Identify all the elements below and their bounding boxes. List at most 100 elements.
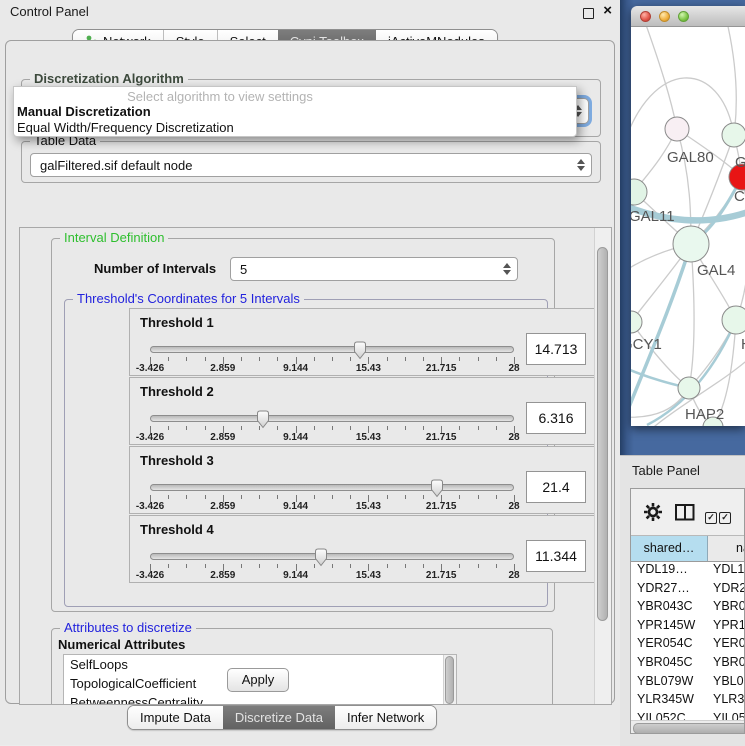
- tab-label: Discretize Data: [235, 706, 323, 729]
- cell-name[interactable]: YER05: [713, 636, 745, 650]
- table-row[interactable]: YLR345W YLR34: [631, 691, 745, 710]
- tab-impute-data[interactable]: Impute Data: [128, 706, 223, 729]
- threshold-value-field[interactable]: 14.713: [526, 333, 586, 365]
- column-header-shared-name[interactable]: shared…: [631, 536, 708, 561]
- network-node[interactable]: [631, 311, 642, 333]
- network-edge[interactable]: [727, 27, 736, 135]
- threshold-slider-track[interactable]: [150, 484, 514, 491]
- network-canvas[interactable]: GAL80G.CGAL11GAL4GCY1HHAP2: [631, 27, 745, 426]
- threshold-slider-track[interactable]: [150, 553, 514, 560]
- cell-shared-name[interactable]: YLR345W: [637, 692, 694, 706]
- network-window-titlebar[interactable]: [631, 6, 745, 27]
- attribute-item-betweennesscentrality[interactable]: BetweennessCentrality: [64, 693, 456, 705]
- slider-tick-labels: -3.4262.8599.14415.4321.71528: [150, 363, 514, 375]
- cell-shared-name[interactable]: YDL19…: [637, 562, 688, 576]
- node-table: ✓ ✓ shared… na YDL19… YDL19 YDR27… YDR27 YBR…: [630, 488, 745, 734]
- tab-label: Impute Data: [140, 706, 211, 729]
- cell-name[interactable]: YPR14: [713, 618, 745, 632]
- network-node[interactable]: [722, 123, 745, 147]
- cell-name[interactable]: YDL19: [713, 562, 745, 576]
- deselect-checkbox-icon[interactable]: ✓: [719, 507, 733, 525]
- network-node[interactable]: [722, 306, 745, 334]
- table-row[interactable]: YPR145W YPR14: [631, 617, 745, 636]
- network-graph[interactable]: GAL80G.CGAL11GAL4GCY1HHAP2: [631, 27, 745, 426]
- threshold-label: Threshold 2: [140, 384, 214, 399]
- column-header-name[interactable]: na: [708, 536, 745, 561]
- network-edge[interactable]: [645, 27, 677, 129]
- node-label-gal80: GAL80: [667, 149, 714, 166]
- threshold-value-field[interactable]: 11.344: [526, 540, 586, 572]
- float-window-icon[interactable]: [583, 8, 594, 19]
- table-row[interactable]: YBL079W YBL07: [631, 673, 745, 692]
- network-node[interactable]: [665, 117, 689, 141]
- threshold-box-4: Threshold 4-3.4262.8599.14415.4321.71528…: [129, 515, 595, 583]
- close-traffic-light-icon[interactable]: [640, 11, 651, 22]
- group-title: Threshold's Coordinates for 5 Intervals: [73, 291, 304, 306]
- hscroll-thumb[interactable]: [633, 723, 745, 734]
- node-label-h: H: [741, 336, 745, 353]
- network-node[interactable]: [673, 226, 709, 262]
- threshold-coordinates-group: Threshold's Coordinates for 5 Intervals …: [64, 299, 548, 607]
- cell-shared-name[interactable]: YBL079W: [637, 674, 693, 688]
- algorithm-prompt: Select algorithm to view settings: [14, 87, 576, 104]
- table-horizontal-scrollbar[interactable]: [631, 720, 744, 734]
- tab-infer-network[interactable]: Infer Network: [335, 706, 436, 729]
- node-label-hap2: HAP2: [685, 406, 724, 423]
- number-of-intervals-value: 5: [240, 262, 247, 277]
- table-data-select[interactable]: galFiltered.sif default node: [30, 153, 592, 177]
- network-edge[interactable]: [689, 244, 694, 388]
- algorithm-option-equal-width-frequency-discretization[interactable]: Equal Width/Frequency Discretization: [14, 120, 576, 136]
- cell-shared-name[interactable]: YER054C: [637, 636, 693, 650]
- cell-name[interactable]: YBR04: [713, 655, 745, 669]
- threshold-label: Threshold 1: [140, 315, 214, 330]
- table-row[interactable]: YDR27… YDR27: [631, 580, 745, 599]
- cell-name[interactable]: YBR04: [713, 599, 745, 613]
- table-row[interactable]: YBR043C YBR04: [631, 598, 745, 617]
- cell-shared-name[interactable]: YDR27…: [637, 581, 690, 595]
- cell-name[interactable]: YLR34: [713, 692, 745, 706]
- table-row[interactable]: YER054C YER05: [631, 635, 745, 654]
- network-node[interactable]: [678, 377, 700, 399]
- combo-arrows-icon: [503, 263, 511, 275]
- group-title: Interval Definition: [60, 230, 168, 245]
- zoom-traffic-light-icon[interactable]: [678, 11, 689, 22]
- node-label-gal11: GAL11: [631, 208, 675, 225]
- table-panel-title: Table Panel: [632, 463, 700, 478]
- apply-button[interactable]: Apply: [227, 668, 289, 692]
- cell-shared-name[interactable]: YBR045C: [637, 655, 693, 669]
- cell-shared-name[interactable]: YPR145W: [637, 618, 695, 632]
- interval-definition-group: Interval Definition Number of Intervals …: [51, 238, 555, 612]
- threshold-value-field[interactable]: 6.316: [526, 402, 586, 434]
- gear-icon[interactable]: [643, 502, 663, 527]
- table-toolbar: ✓ ✓: [631, 489, 744, 535]
- cell-shared-name[interactable]: YBR043C: [637, 599, 693, 613]
- group-title: Discretization Algorithm: [30, 71, 188, 86]
- table-panel: Table Panel ✓ ✓ shared… na YDL19…YDL19YD…: [620, 455, 745, 746]
- main-scrollbar-thumb[interactable]: [597, 247, 608, 621]
- list-scrollbar-thumb[interactable]: [445, 656, 454, 704]
- threshold-slider-track[interactable]: [150, 346, 514, 353]
- columns-icon[interactable]: [675, 504, 695, 526]
- tab-discretize-data[interactable]: Discretize Data: [223, 706, 335, 729]
- network-window[interactable]: GAL80G.CGAL11GAL4GCY1HHAP2: [631, 6, 745, 426]
- table-row[interactable]: YBR045C YBR04: [631, 654, 745, 673]
- threshold-slider-track[interactable]: [150, 415, 514, 422]
- minimize-traffic-light-icon[interactable]: [659, 11, 670, 22]
- algorithm-option-manual-discretization[interactable]: Manual Discretization: [14, 104, 576, 120]
- cell-name[interactable]: YDR27: [713, 581, 745, 595]
- settings-scroll-area: Interval Definition Number of Intervals …: [19, 227, 612, 705]
- cell-name[interactable]: YBL07: [713, 674, 745, 688]
- list-scrollbar[interactable]: [443, 655, 456, 705]
- panel-title: Control Panel: [10, 4, 89, 19]
- node-label-gal4: GAL4: [697, 262, 735, 279]
- slider-tick-labels: -3.4262.8599.14415.4321.71528: [150, 432, 514, 444]
- node-label-c: C: [734, 188, 745, 205]
- close-icon[interactable]: ×: [603, 2, 612, 19]
- number-of-intervals-select[interactable]: 5: [230, 257, 518, 281]
- table-data-group: Table Data galFiltered.sif default node: [21, 141, 601, 183]
- table-row[interactable]: YDL19… YDL19: [631, 561, 745, 580]
- threshold-value-field[interactable]: 21.4: [526, 471, 586, 503]
- main-scrollbar[interactable]: [594, 228, 611, 704]
- select-all-checkbox-icon[interactable]: ✓: [705, 507, 719, 525]
- number-of-intervals-label: Number of Intervals: [94, 261, 216, 276]
